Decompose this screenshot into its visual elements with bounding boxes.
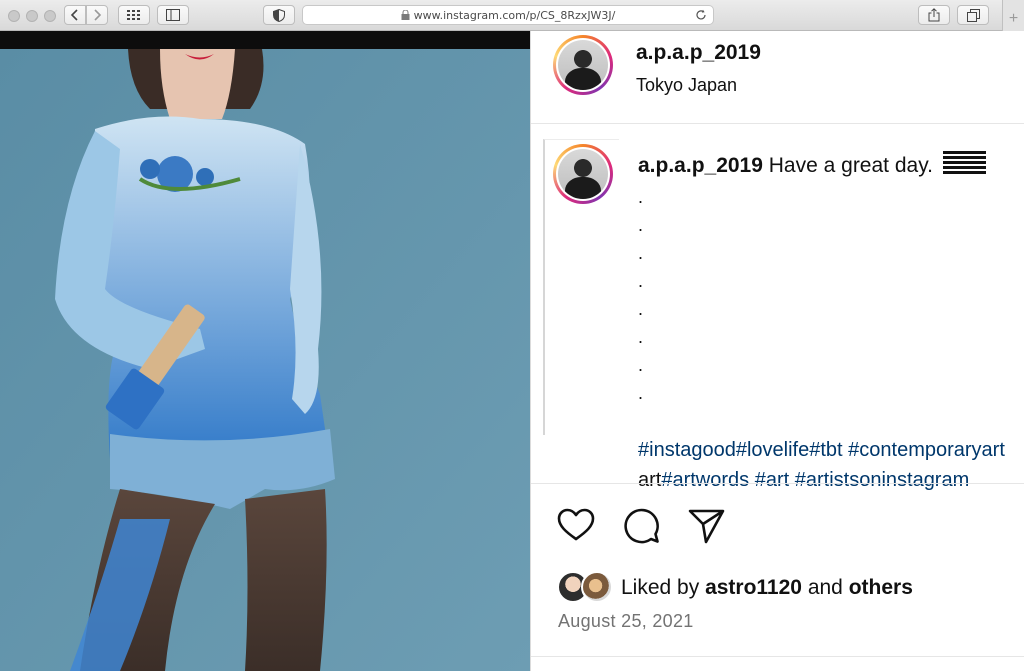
header-username[interactable]: a.p.a.p_2019	[636, 41, 761, 65]
heart-icon[interactable]	[556, 506, 596, 546]
liker-username[interactable]: astro1120	[705, 576, 802, 599]
privacy-report-button[interactable]	[263, 5, 295, 25]
hashtags-line-2[interactable]: #artwords #art #artistsoninstagram	[661, 469, 969, 491]
post-details-panel: a.p.a.p_2019 Tokyo Japan a.p.a.p_2019 Ha…	[530, 31, 1024, 671]
caption-dot: .	[638, 187, 644, 207]
likes-middle: and	[807, 576, 843, 599]
tab-overview-button[interactable]	[118, 5, 150, 25]
likes-summary: Liked by astro1120 and others	[621, 576, 913, 600]
browser-toolbar: www.instagram.com/p/CS_8RzxJW3J/ +	[0, 0, 1024, 31]
caption-dot: .	[638, 271, 644, 291]
back-icon	[70, 9, 78, 21]
hashtags-line-1[interactable]: #instagood#lovelife#tbt #contemporaryart	[638, 435, 1024, 465]
actions-divider	[531, 483, 1024, 484]
liked-by-avatars[interactable]	[557, 571, 617, 603]
address-bar[interactable]: www.instagram.com/p/CS_8RzxJW3J/	[302, 5, 714, 25]
back-button[interactable]	[64, 5, 86, 25]
tabs-icon	[966, 8, 980, 22]
sidebar-button[interactable]	[157, 5, 189, 25]
new-tab-button[interactable]: +	[1002, 0, 1024, 31]
forward-button[interactable]	[86, 5, 108, 25]
grid-icon	[127, 10, 140, 20]
forward-icon	[94, 9, 102, 21]
bottom-divider	[531, 656, 1024, 657]
reload-icon[interactable]	[695, 9, 707, 21]
caption-dot: .	[638, 299, 644, 319]
hexagram-emoji-icon	[942, 151, 986, 175]
caption-hashtags: #instagood#lovelife#tbt #contemporaryart…	[638, 435, 1024, 495]
photo-top-bar	[0, 31, 530, 49]
post-location[interactable]: Tokyo Japan	[636, 75, 737, 96]
show-tabs-button[interactable]	[957, 5, 989, 25]
caption-dot: .	[638, 215, 644, 235]
likes-others-link[interactable]: others	[849, 576, 913, 599]
share-page-button[interactable]	[918, 5, 950, 25]
hashtags-line-2-plain: art	[638, 469, 662, 491]
shield-icon	[273, 8, 285, 22]
likes-prefix: Liked by	[621, 576, 700, 599]
post-date[interactable]: August 25, 2021	[558, 611, 694, 632]
zoom-window-button[interactable]	[44, 10, 56, 22]
body-paint-artwork-image	[0, 49, 530, 671]
avatar-image	[558, 149, 608, 199]
share-icon	[928, 8, 940, 22]
comment-icon[interactable]	[622, 506, 662, 546]
post-photo[interactable]	[0, 49, 530, 671]
caption-body: Have a great day.	[768, 154, 933, 177]
minimize-window-button[interactable]	[26, 10, 38, 22]
header-avatar[interactable]	[553, 35, 613, 95]
share-icon[interactable]	[687, 506, 727, 546]
caption-dot: .	[638, 355, 644, 375]
url-text: www.instagram.com/p/CS_8RzxJW3J/	[413, 8, 616, 22]
avatar-image	[558, 40, 608, 90]
lock-icon	[401, 10, 410, 20]
liker-avatar	[581, 571, 613, 603]
caption-username[interactable]: a.p.a.p_2019	[638, 154, 763, 177]
caption-dot: .	[638, 383, 644, 403]
header-divider	[531, 123, 1024, 124]
caption-dot: .	[638, 243, 644, 263]
close-window-button[interactable]	[8, 10, 20, 22]
sidebar-icon	[166, 9, 180, 21]
caption-text: a.p.a.p_2019 Have a great day.	[638, 151, 986, 178]
caption-avatar[interactable]	[553, 144, 613, 204]
caption-dot: .	[638, 327, 644, 347]
